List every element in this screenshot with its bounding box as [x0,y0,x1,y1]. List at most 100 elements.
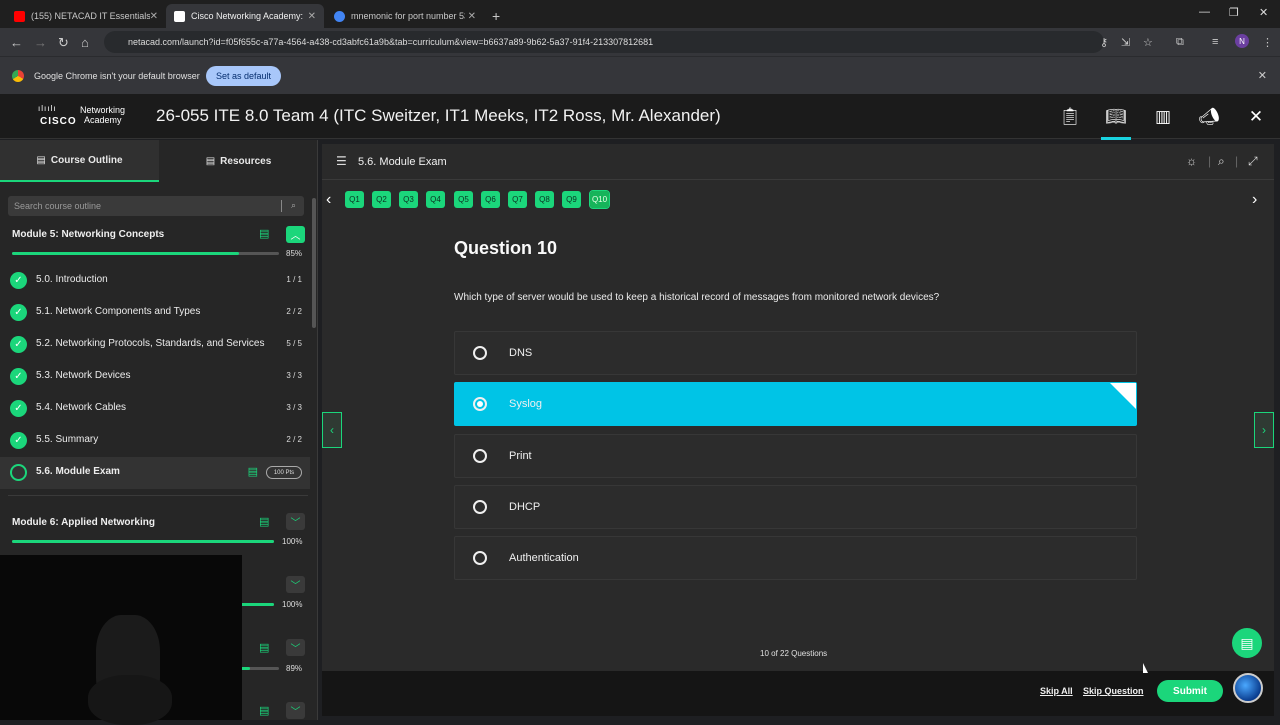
close-course-icon[interactable]: ✕ [1241,102,1271,132]
question-button[interactable]: Q1 [345,191,364,208]
answer-option[interactable]: DHCP [454,485,1137,529]
skip-all-link[interactable]: Skip All [1040,686,1073,696]
lesson-item-module-exam[interactable]: 5.6. Module Exam ▤ 100 Pts [0,457,310,489]
radio-button-selected[interactable] [473,397,487,411]
tab-label: Resources [220,155,272,167]
next-page-arrow-icon[interactable]: › [1254,412,1274,448]
answer-label: Syslog [509,398,543,410]
browser-tab-youtube[interactable]: (155) NETACAD IT Essentials 7... ✕ [6,4,166,28]
radio-button[interactable] [473,500,487,514]
search-icon[interactable]: ⌕ [1218,154,1225,169]
extensions-icon[interactable]: ⧉ [1176,36,1184,49]
cisco-networking-academy-logo[interactable]: ılıılı CISCO Networking Academy [38,102,134,130]
restore-icon[interactable]: ❐ [1229,6,1239,19]
password-key-icon[interactable]: ⚷ [1100,36,1108,49]
module-notes-icon[interactable]: ▤ [259,227,269,240]
radio-button[interactable] [473,551,487,565]
lesson-item[interactable]: ✓ 5.3. Network Devices 3 / 3 [0,361,310,393]
expand-chevron-down-icon[interactable]: ﹀ [286,702,305,719]
minimize-icon[interactable]: — [1199,6,1210,18]
reading-list-icon[interactable]: ≡ [1212,36,1218,48]
browser-menu-icon[interactable]: ⋮ [1262,36,1273,49]
brightness-sun-icon[interactable]: ☼ [1186,154,1197,168]
module-notes-icon[interactable]: ▤ [259,704,269,717]
module-5-progress: 85% [286,249,303,258]
install-app-icon[interactable]: ⇲ [1121,36,1130,49]
radio-button[interactable] [473,346,487,360]
set-default-button[interactable]: Set as default [206,66,282,86]
book-icon[interactable]: 📖︎ [1101,102,1131,140]
expand-fullscreen-icon[interactable]: ⤢ [1248,154,1258,169]
module-notes-icon[interactable]: ▤ [259,515,269,528]
collapse-outline-icon[interactable]: ☰ [336,154,347,168]
new-tab-button[interactable]: + [484,4,504,28]
question-button-current[interactable]: Q10 [589,190,610,209]
radio-button[interactable] [473,449,487,463]
question-button[interactable]: Q8 [535,191,554,208]
app-header: ılıılı CISCO Networking Academy 26-055 I… [0,94,1280,140]
expand-chevron-down-icon[interactable]: ﹀ [286,576,305,593]
collapse-chevron-up-icon[interactable]: ︿ [286,226,305,243]
answer-option-selected[interactable]: Syslog [454,382,1137,426]
tab-resources[interactable]: ▤ Resources [159,140,317,182]
address-bar[interactable]: netacad.com/launch?id=f05f655c-a77a-4564… [104,31,1104,53]
tab-course-outline[interactable]: ▤ Course Outline [0,140,159,182]
exam-notes-icon[interactable]: ▤ [248,465,258,478]
bookmark-star-icon[interactable]: ☆ [1143,36,1153,49]
expand-chevron-down-icon[interactable]: ﹀ [286,639,305,656]
lesson-item[interactable]: ✓ 5.1. Network Components and Types 2 / … [0,297,310,329]
close-tab-icon[interactable]: ✕ [308,11,316,22]
profile-avatar[interactable]: N [1235,34,1249,48]
answer-option[interactable]: DNS [454,331,1137,375]
lesson-name: 5.5. Summary [36,434,99,445]
module-5-title[interactable]: Module 5: Networking Concepts [12,229,164,240]
skip-question-link[interactable]: Skip Question [1083,686,1144,696]
answer-label: Print [509,450,532,462]
lesson-item[interactable]: ✓ 5.4. Network Cables 3 / 3 [0,393,310,425]
submit-button[interactable]: Submit [1157,680,1223,702]
next-questions-chevron-icon[interactable]: › [1252,191,1257,209]
search-icon[interactable]: ⌕ [291,200,296,211]
clipboard-icon[interactable]: 📋︎ [1055,102,1085,132]
back-icon[interactable]: ← [10,35,23,50]
lesson-name: 5.6. Module Exam [36,466,120,477]
assistant-globe-icon[interactable] [1233,673,1263,703]
prev-questions-chevron-icon[interactable]: ‹ [326,191,331,209]
module-notes-icon[interactable]: ▤ [259,641,269,654]
logo-text: Networking Academy [80,105,125,125]
answer-label: DNS [509,347,533,359]
notes-fab-icon[interactable]: ▤ [1232,628,1262,658]
question-button[interactable]: Q9 [562,191,581,208]
lesson-count: 2 / 2 [286,307,302,316]
lesson-item[interactable]: ✓ 5.5. Summary 2 / 2 [0,425,310,457]
browser-tab-google[interactable]: mnemonic for port number 53 ✕ [326,4,484,28]
answer-option[interactable]: Authentication [454,536,1137,580]
module-6-title[interactable]: Module 6: Applied Networking [12,517,155,528]
progress-ring-icon [10,464,27,481]
check-icon: ✓ [10,400,27,417]
prev-page-arrow-icon[interactable]: ‹ [322,412,342,448]
question-button[interactable]: Q6 [481,191,500,208]
lesson-item[interactable]: ✓ 5.0. Introduction 1 / 1 [0,265,310,297]
home-icon[interactable]: ⌂ [81,35,89,50]
reload-icon[interactable]: ↻ [58,35,69,51]
question-button[interactable]: Q3 [399,191,418,208]
close-tab-icon[interactable]: ✕ [150,11,158,22]
question-button[interactable]: Q5 [454,191,473,208]
expand-chevron-down-icon[interactable]: ﹀ [286,513,305,530]
sidebar-scrollbar[interactable] [312,198,316,328]
lesson-item[interactable]: ✓ 5.2. Networking Protocols, Standards, … [0,329,310,361]
search-course-outline-input[interactable]: Search course outline ⌕ [8,196,304,216]
question-button[interactable]: Q2 [372,191,391,208]
question-button[interactable]: Q4 [426,191,445,208]
answer-option[interactable]: Print [454,434,1137,478]
announcements-megaphone-icon[interactable]: 📣︎ [1194,102,1224,132]
module-7-progress: 100% [282,600,303,609]
infobar-close-icon[interactable]: ✕ [1258,69,1267,82]
forward-icon[interactable]: → [34,35,47,50]
grades-chart-icon[interactable]: ▥ [1148,102,1178,132]
browser-tab-netacad[interactable]: Cisco Networking Academy: 26 ✕ [166,4,324,28]
question-button[interactable]: Q7 [508,191,527,208]
window-close-icon[interactable]: ✕ [1259,6,1268,19]
close-tab-icon[interactable]: ✕ [468,11,476,22]
